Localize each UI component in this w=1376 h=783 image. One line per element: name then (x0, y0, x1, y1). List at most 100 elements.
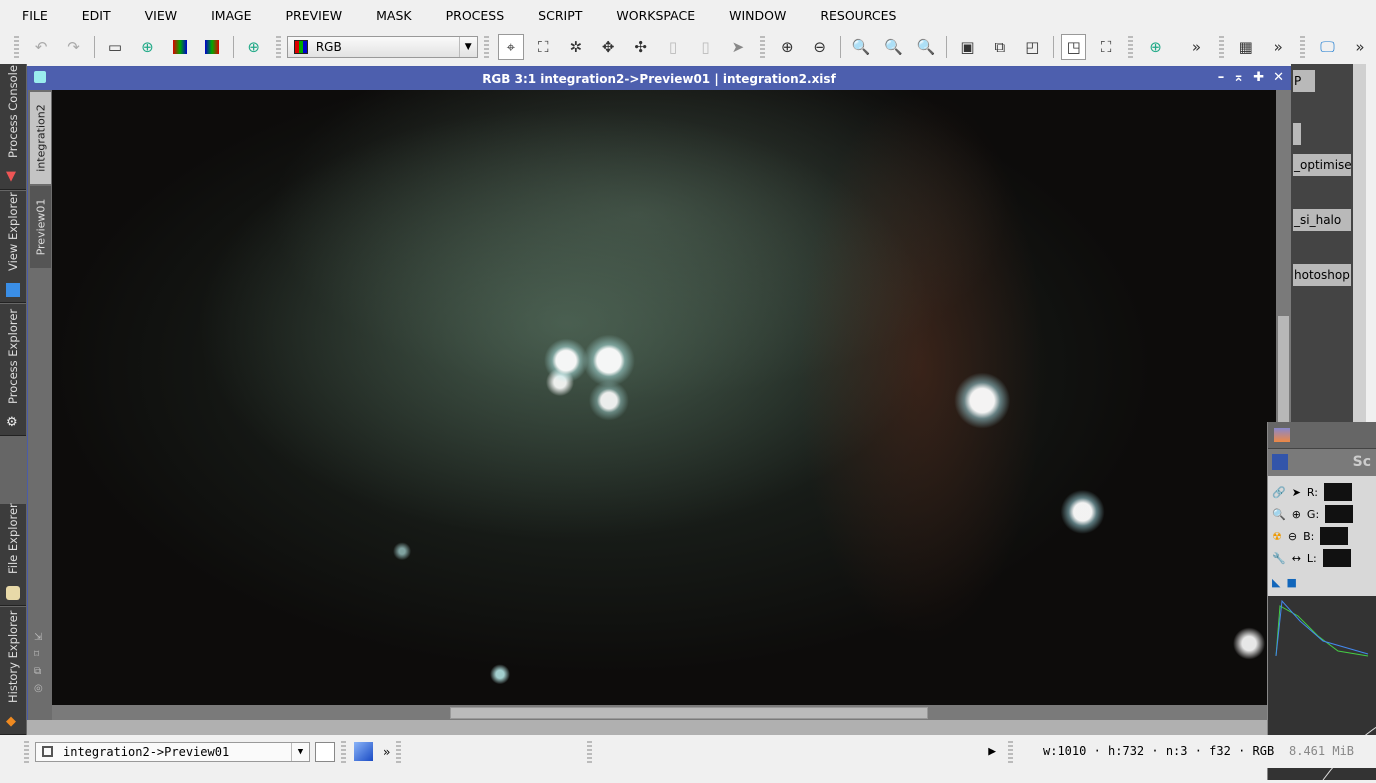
menu-script[interactable]: SCRIPT (538, 8, 582, 23)
new-image-icon[interactable]: ⊕ (135, 34, 160, 60)
shrink-icon[interactable]: ✲ (563, 34, 588, 60)
process-icon[interactable]: _si_halo (1293, 209, 1351, 231)
zoom-icon[interactable]: 🔍 (1272, 508, 1286, 521)
new-view-button[interactable] (315, 741, 335, 762)
color-mode-select[interactable]: RGB ▼ (286, 36, 478, 58)
scroll-thumb[interactable] (450, 707, 928, 719)
dock-scrollbar[interactable] (1353, 64, 1366, 422)
zoom-1-1-icon[interactable]: 🔍 (848, 34, 873, 60)
monitor-icon[interactable]: 🖵 (1315, 34, 1340, 60)
view-selector[interactable]: integration2->Preview01 ▼ (35, 741, 310, 762)
minimize-icon[interactable]: – (1218, 70, 1225, 85)
horizontal-arrows-icon[interactable]: ↔ (1292, 552, 1301, 565)
toolbar-grip[interactable] (24, 740, 29, 763)
zoom-optimal-icon[interactable]: 🔍 (913, 34, 938, 60)
zoom-out-icon[interactable]: ⊖ (807, 34, 832, 60)
window-maximize-icon[interactable]: ◳ (1060, 34, 1087, 60)
menu-window[interactable]: WINDOW (729, 8, 786, 23)
zoom-fit-window-icon[interactable]: 🔍 (881, 34, 906, 60)
menu-mask[interactable]: MASK (376, 8, 411, 23)
toolbar-overflow[interactable]: » (1265, 34, 1290, 60)
toolbar-grip[interactable] (1008, 740, 1014, 763)
maximize-icon[interactable]: ✚ (1253, 70, 1264, 85)
tab-history-explorer[interactable]: History Explorer ◆ (0, 607, 26, 735)
toolbar-overflow[interactable]: » (1184, 34, 1209, 60)
menu-preview[interactable]: PREVIEW (286, 8, 343, 23)
menu-workspace[interactable]: WORKSPACE (616, 8, 695, 23)
image-canvas[interactable] (52, 90, 1276, 705)
zoom-in-icon[interactable]: ⊕ (775, 34, 800, 60)
clone-icon[interactable]: ⧉ (34, 663, 43, 680)
play-icon[interactable]: ▶ (988, 744, 996, 759)
menu-edit[interactable]: EDIT (82, 8, 111, 23)
toolbar-grip[interactable] (396, 740, 402, 763)
menu-view[interactable]: VIEW (145, 8, 178, 23)
window-cascade-icon[interactable]: ⧉ (987, 34, 1012, 60)
tab-integration2[interactable]: integration2 (30, 92, 51, 184)
combine-channels-icon[interactable] (200, 34, 225, 60)
zoom-out-icon[interactable]: ⊖ (1288, 530, 1297, 543)
toolbar-grip[interactable] (587, 740, 593, 763)
preview-select-icon[interactable]: ▯ (693, 34, 718, 60)
tab-process-explorer[interactable]: Process Explorer ⚙ (0, 304, 26, 436)
menu-file[interactable]: FILE (22, 8, 48, 23)
toolbar-overflow[interactable]: » (1347, 34, 1372, 60)
toolbar-grip[interactable] (14, 36, 19, 58)
window-fullscreen-icon[interactable]: ⛶ (1093, 34, 1118, 60)
toolbar-grip[interactable] (1300, 36, 1306, 58)
toolbar-grip[interactable] (341, 740, 346, 763)
tab-view-explorer[interactable]: View Explorer (0, 191, 26, 303)
shade-icon[interactable]: ⌅ (1233, 70, 1244, 85)
redo-icon[interactable]: ↷ (61, 34, 86, 60)
statusbar-overflow[interactable]: » (383, 745, 390, 759)
screen-transfer-header[interactable]: Sc (1268, 449, 1376, 476)
new-preview-icon[interactable]: ⊕ (241, 34, 266, 60)
toolbar-grip[interactable] (760, 36, 766, 58)
view-icon (42, 746, 53, 757)
menu-bar: FILE EDIT VIEW IMAGE PREVIEW MASK PROCES… (0, 0, 1376, 30)
process-icons-area: P _optimise_ _si_halo hotoshop (1291, 64, 1353, 422)
horizontal-scrollbar[interactable] (52, 705, 1276, 721)
pointer-icon[interactable]: ➤ (725, 34, 750, 60)
process-icon[interactable] (1293, 123, 1301, 145)
zoom-in-icon[interactable]: ⊕ (1292, 508, 1301, 521)
histogram-header[interactable] (1268, 422, 1376, 449)
toolbar-grip[interactable] (483, 36, 489, 58)
tab-preview01[interactable]: Preview01 (30, 186, 51, 268)
window-icon[interactable]: ▦ (1233, 34, 1258, 60)
window-fit-icon[interactable]: ◰ (1020, 34, 1045, 60)
zoom-fit-icon[interactable]: ⛶ (531, 34, 556, 60)
expand-icon[interactable]: ✥ (595, 34, 620, 60)
menu-process[interactable]: PROCESS (446, 8, 505, 23)
process-icon[interactable]: _optimise_ (1293, 154, 1351, 176)
pointer-icon[interactable]: ➤ (1292, 486, 1301, 499)
view-color-icon[interactable] (354, 742, 373, 761)
rename-view-icon[interactable]: ▭ (102, 34, 127, 60)
tab-process-console[interactable]: Process Console ▼ (0, 64, 26, 190)
readout-mode-icon[interactable]: ⌖ (498, 34, 524, 60)
auto-stretch-icon[interactable]: ☢ (1272, 530, 1282, 543)
toolbar-grip[interactable] (1128, 36, 1134, 58)
link-icon[interactable]: 🔗 (1272, 486, 1286, 499)
preview-edit-icon[interactable]: ▯ (660, 34, 685, 60)
process-icon[interactable]: P (1293, 70, 1315, 92)
process-icon[interactable]: hotoshop (1293, 264, 1351, 286)
menu-image[interactable]: IMAGE (211, 8, 251, 23)
tab-file-explorer[interactable]: File Explorer (0, 503, 26, 606)
menu-resources[interactable]: RESOURCES (820, 8, 896, 23)
close-icon[interactable]: ✕ (1273, 70, 1284, 85)
target-icon[interactable]: ◎ (34, 680, 43, 697)
window-restore-icon[interactable]: ▣ (955, 34, 980, 60)
pin-icon[interactable]: ⌑ (34, 646, 43, 663)
triangle-icon[interactable]: ◣ (1272, 576, 1280, 589)
square-icon[interactable]: ■ (1286, 576, 1296, 589)
window-titlebar[interactable]: RGB 3:1 integration2->Preview01 | integr… (28, 67, 1290, 90)
pan-icon[interactable]: ✣ (628, 34, 653, 60)
toolbar-grip[interactable] (1218, 36, 1224, 58)
new-instance-icon[interactable]: ⊕ (1143, 34, 1168, 60)
collapse-icon[interactable]: ⇲ (34, 629, 43, 646)
undo-icon[interactable]: ↶ (28, 34, 53, 60)
wrench-icon[interactable]: 🔧 (1272, 552, 1286, 565)
extract-channels-icon[interactable] (167, 34, 192, 60)
toolbar-grip[interactable] (275, 36, 281, 58)
